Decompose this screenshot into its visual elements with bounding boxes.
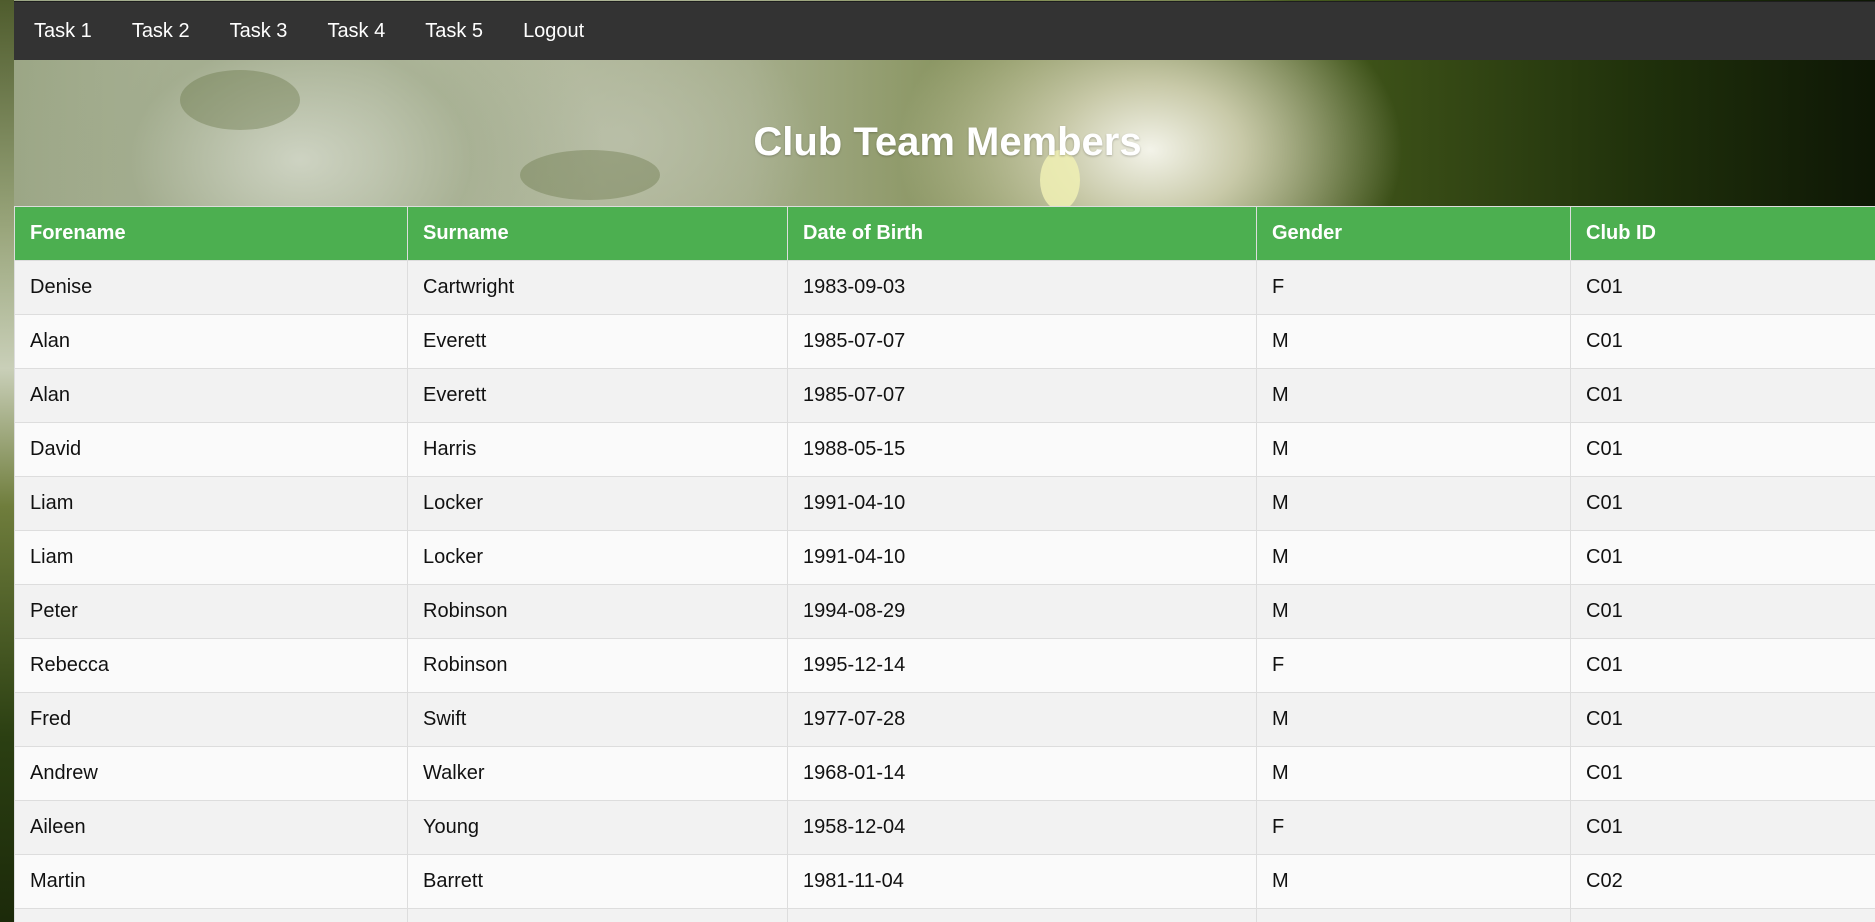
cell-date-of-birth: 1981-11-04	[787, 854, 1257, 909]
cell-club-id: C01	[1570, 422, 1875, 477]
cell-forename: Liam	[14, 530, 408, 585]
cell-gender	[1256, 908, 1571, 922]
cell-date-of-birth: 1994-08-29	[787, 584, 1257, 639]
cell-surname: Walker	[407, 746, 788, 801]
cell-surname: Robinson	[407, 638, 788, 693]
column-header-gender: Gender	[1256, 206, 1571, 261]
cell-club-id: C01	[1570, 800, 1875, 855]
cell-club-id: C01	[1570, 314, 1875, 369]
cell-forename: Alan	[14, 314, 408, 369]
table-header: Forename Surname Date of Birth Gender Club I…	[14, 206, 1875, 261]
cell-club-id: C01	[1570, 692, 1875, 747]
cell-date-of-birth	[787, 908, 1257, 922]
cell-forename: Liam	[14, 476, 408, 531]
cell-surname: Harris	[407, 422, 788, 477]
top-navbar: Task 1 Task 2 Task 3 Task 4 Task 5 Logout	[14, 1, 1875, 60]
cell-gender: M	[1256, 584, 1571, 639]
column-header-surname: Surname	[407, 206, 788, 261]
table-row: Martin Barrett 1981-11-04 M C02	[14, 854, 1875, 909]
table-row: Aileen Young 1958-12-04 F C01	[14, 800, 1875, 855]
members-table: Forename Surname Date of Birth Gender Club I…	[14, 206, 1875, 922]
cell-date-of-birth: 1983-09-03	[787, 260, 1257, 315]
cell-gender: F	[1256, 638, 1571, 693]
table-row: Alan Everett 1985-07-07 M C01	[14, 368, 1875, 423]
cell-surname: Locker	[407, 530, 788, 585]
members-table-container: Forename Surname Date of Birth Gender Club I…	[14, 206, 1875, 922]
cell-forename: Rebecca	[14, 638, 408, 693]
nav-task-3[interactable]: Task 3	[210, 2, 308, 60]
cell-forename: Martin	[14, 854, 408, 909]
cell-date-of-birth: 1988-05-15	[787, 422, 1257, 477]
table-row: David Harris 1988-05-15 M C01	[14, 422, 1875, 477]
cell-club-id: C01	[1570, 476, 1875, 531]
cell-gender: M	[1256, 746, 1571, 801]
table-body: Denise Cartwright 1983-09-03 F C01 Alan Everet…	[14, 260, 1875, 922]
cell-surname: Robinson	[407, 584, 788, 639]
cell-club-id: C01	[1570, 584, 1875, 639]
cell-forename	[14, 908, 408, 922]
cell-surname: Swift	[407, 692, 788, 747]
page-title: Club Team Members	[753, 120, 1142, 164]
cell-surname: Young	[407, 800, 788, 855]
cell-gender: M	[1256, 530, 1571, 585]
cell-gender: M	[1256, 854, 1571, 909]
cell-gender: M	[1256, 314, 1571, 369]
cell-club-id: C01	[1570, 746, 1875, 801]
cell-gender: F	[1256, 260, 1571, 315]
table-row	[14, 908, 1875, 922]
column-header-forename: Forename	[14, 206, 408, 261]
cell-date-of-birth: 1991-04-10	[787, 476, 1257, 531]
cell-date-of-birth: 1977-07-28	[787, 692, 1257, 747]
cell-surname: Everett	[407, 314, 788, 369]
nav-logout[interactable]: Logout	[503, 2, 604, 60]
cell-forename: Alan	[14, 368, 408, 423]
cell-date-of-birth: 1968-01-14	[787, 746, 1257, 801]
cell-date-of-birth: 1985-07-07	[787, 368, 1257, 423]
cell-forename: David	[14, 422, 408, 477]
cell-club-id: C01	[1570, 638, 1875, 693]
left-edge-decoration	[0, 0, 14, 922]
table-row: Denise Cartwright 1983-09-03 F C01	[14, 260, 1875, 315]
cell-date-of-birth: 1985-07-07	[787, 314, 1257, 369]
cell-gender: M	[1256, 476, 1571, 531]
cell-surname	[407, 908, 788, 922]
cell-date-of-birth: 1958-12-04	[787, 800, 1257, 855]
column-header-date-of-birth: Date of Birth	[787, 206, 1257, 261]
cell-date-of-birth: 1991-04-10	[787, 530, 1257, 585]
table-row: Alan Everett 1985-07-07 M C01	[14, 314, 1875, 369]
table-row: Liam Locker 1991-04-10 M C01	[14, 476, 1875, 531]
cell-gender: M	[1256, 422, 1571, 477]
table-row: Peter Robinson 1994-08-29 M C01	[14, 584, 1875, 639]
table-row: Andrew Walker 1968-01-14 M C01	[14, 746, 1875, 801]
cell-forename: Andrew	[14, 746, 408, 801]
cell-forename: Denise	[14, 260, 408, 315]
nav-task-1[interactable]: Task 1	[14, 2, 112, 60]
cell-surname: Locker	[407, 476, 788, 531]
cell-surname: Cartwright	[407, 260, 788, 315]
cell-date-of-birth: 1995-12-14	[787, 638, 1257, 693]
nav-task-5[interactable]: Task 5	[405, 2, 503, 60]
table-header-row: Forename Surname Date of Birth Gender Club I…	[14, 206, 1875, 261]
table-row: Fred Swift 1977-07-28 M C01	[14, 692, 1875, 747]
cell-club-id	[1570, 908, 1875, 922]
column-header-club-id: Club ID	[1570, 206, 1875, 261]
cell-club-id: C02	[1570, 854, 1875, 909]
cell-gender: F	[1256, 800, 1571, 855]
cell-gender: M	[1256, 692, 1571, 747]
nav-task-2[interactable]: Task 2	[112, 2, 210, 60]
table-row: Liam Locker 1991-04-10 M C01	[14, 530, 1875, 585]
cell-club-id: C01	[1570, 368, 1875, 423]
cell-forename: Fred	[14, 692, 408, 747]
cell-club-id: C01	[1570, 530, 1875, 585]
cell-surname: Barrett	[407, 854, 788, 909]
nav-task-4[interactable]: Task 4	[307, 2, 405, 60]
table-row: Rebecca Robinson 1995-12-14 F C01	[14, 638, 1875, 693]
cell-forename: Peter	[14, 584, 408, 639]
cell-gender: M	[1256, 368, 1571, 423]
cell-club-id: C01	[1570, 260, 1875, 315]
cell-forename: Aileen	[14, 800, 408, 855]
cell-surname: Everett	[407, 368, 788, 423]
